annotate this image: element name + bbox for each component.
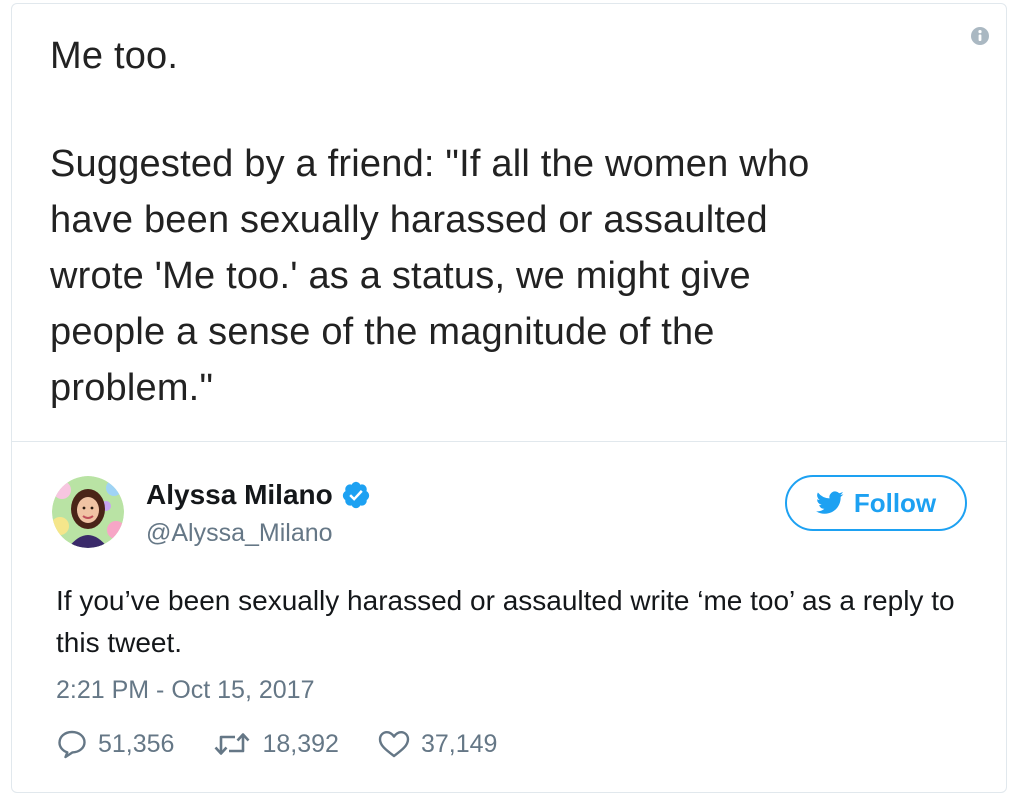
author-name[interactable]: Alyssa Milano (146, 478, 333, 512)
embedded-tweet[interactable]: Alyssa Milano @Alyssa_Milano Follow If y… (12, 442, 1006, 792)
avatar[interactable] (52, 476, 124, 548)
image-text-line1: Me too. (50, 35, 179, 77)
verified-badge-icon (342, 481, 369, 509)
reply-action[interactable]: 51,356 (56, 728, 174, 760)
tweet-timestamp[interactable]: 2:21 PM - Oct 15, 2017 (56, 674, 314, 706)
heart-icon (378, 731, 410, 758)
tweet-image-text: Me too. Suggested by a friend: "If all t… (50, 28, 980, 416)
avatar-image (52, 476, 124, 548)
follow-label: Follow (853, 487, 937, 518)
like-count: 37,149 (420, 730, 498, 758)
twitter-bird-icon (815, 491, 844, 514)
like-action[interactable]: 37,149 (377, 728, 497, 760)
retweet-action[interactable]: 18,392 (212, 728, 339, 760)
image-text-paragraph: Suggested by a friend: "If all the women… (50, 143, 810, 409)
tweet-text: If you’ve been sexually harassed or assa… (56, 585, 955, 658)
reply-count: 51,356 (98, 730, 175, 758)
author-row: Alyssa Milano (146, 478, 371, 512)
tweet-actions: 51,356 18,392 37,149 (56, 728, 535, 760)
retweet-icon (215, 733, 250, 755)
author-handle[interactable]: @Alyssa_Milano (146, 517, 333, 549)
tweet-card: Me too. Suggested by a friend: "If all t… (11, 3, 1007, 793)
reply-bubble-icon (58, 730, 86, 759)
follow-button[interactable]: Follow (785, 475, 967, 531)
retweet-count: 18,392 (262, 730, 339, 758)
